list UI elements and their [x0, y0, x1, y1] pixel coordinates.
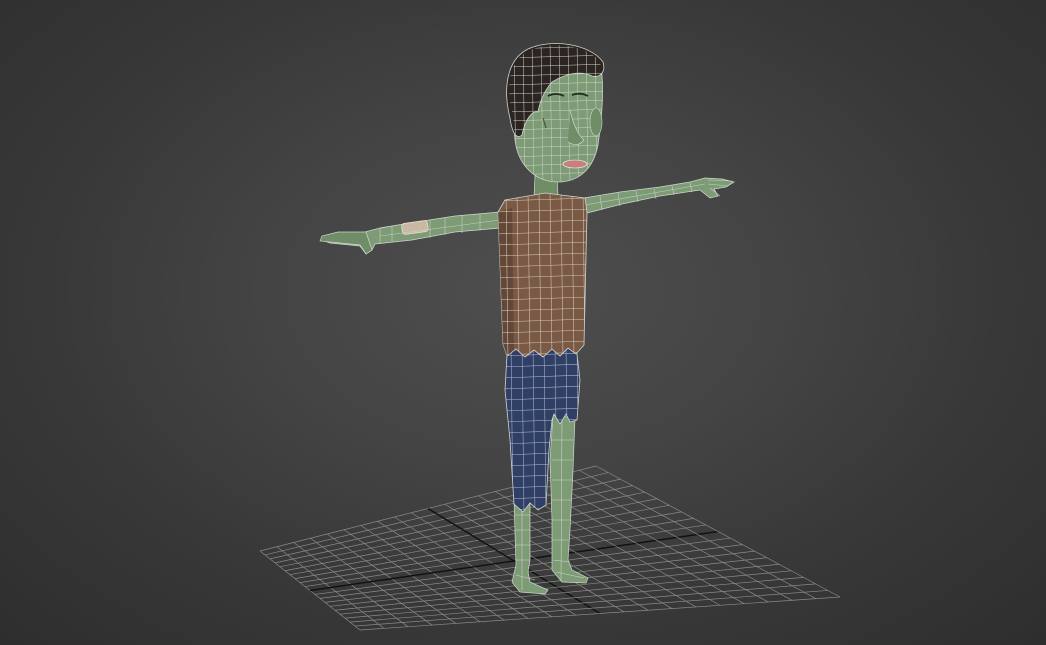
- left-arm[interactable]: [319, 211, 501, 255]
- shirt[interactable]: [495, 187, 590, 360]
- right-arm[interactable]: [583, 177, 736, 214]
- 3d-viewport[interactable]: [0, 0, 1046, 645]
- right-arm-mesh: [583, 177, 736, 214]
- left-hand-fingers: [319, 231, 373, 255]
- head-wire-line: [505, 37, 610, 40]
- character-mesh[interactable]: [319, 37, 736, 595]
- left-leg: [511, 499, 549, 595]
- grid-line: [349, 583, 816, 623]
- head-wire-line: [505, 40, 507, 185]
- grid-line: [579, 469, 817, 599]
- head[interactable]: [505, 37, 610, 185]
- head-wire-line: [604, 40, 606, 185]
- grid-line: [595, 465, 841, 598]
- ear: [589, 107, 603, 137]
- grid-line: [359, 596, 841, 631]
- lips: [562, 159, 588, 169]
- viewport-canvas: [259, 37, 841, 631]
- ground-grid: [259, 465, 841, 631]
